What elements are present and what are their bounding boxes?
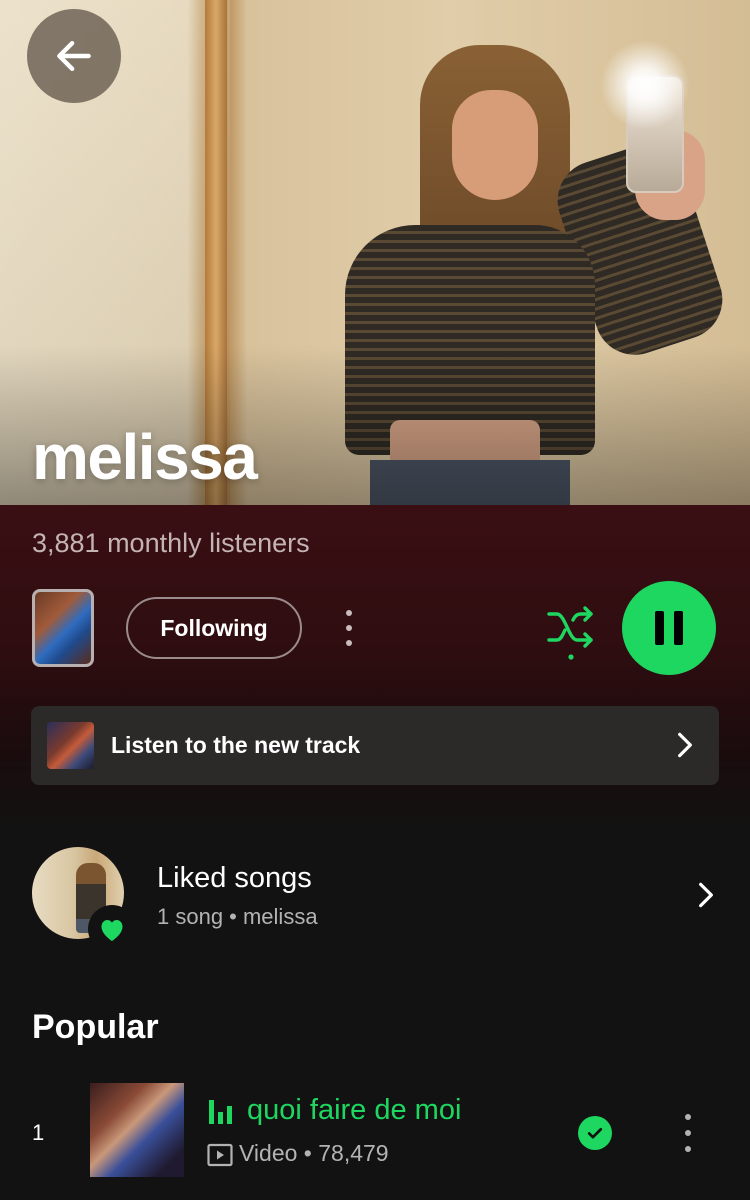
back-button[interactable]: [27, 9, 121, 103]
equalizer-icon: [209, 1098, 241, 1124]
track-rank: 1: [32, 1120, 45, 1145]
liked-songs-title[interactable]: Liked songs: [157, 862, 312, 895]
shuffle-icon: [547, 606, 593, 660]
chevron-right-icon[interactable]: [690, 877, 722, 913]
artist-pick-thumbnail[interactable]: [32, 589, 94, 667]
monthly-listeners: 3,881 monthly listeners: [32, 528, 310, 558]
track-more-button[interactable]: [676, 1110, 700, 1156]
track-title[interactable]: quoi faire de moi: [247, 1094, 461, 1127]
check-circle-icon: [578, 1116, 612, 1150]
liked-songs-subtitle: 1 song • melissa: [157, 904, 318, 929]
shuffle-button[interactable]: [545, 600, 597, 662]
track-cover[interactable]: [90, 1083, 184, 1177]
new-track-promo[interactable]: Listen to the new track: [31, 706, 719, 785]
heart-icon: [88, 905, 136, 953]
following-button[interactable]: Following: [126, 597, 302, 659]
track-meta: Video • 78,479: [239, 1140, 389, 1166]
promo-thumbnail: [47, 722, 94, 769]
artist-name: melissa: [32, 421, 258, 493]
popular-heading: Popular: [32, 1008, 159, 1046]
chevron-right-icon: [678, 732, 692, 758]
more-options-button[interactable]: [334, 604, 364, 652]
video-icon: [207, 1143, 233, 1167]
arrow-left-icon: [57, 40, 91, 72]
pause-icon: [650, 611, 688, 645]
pause-button[interactable]: [622, 581, 716, 675]
promo-label: Listen to the new track: [111, 732, 361, 758]
